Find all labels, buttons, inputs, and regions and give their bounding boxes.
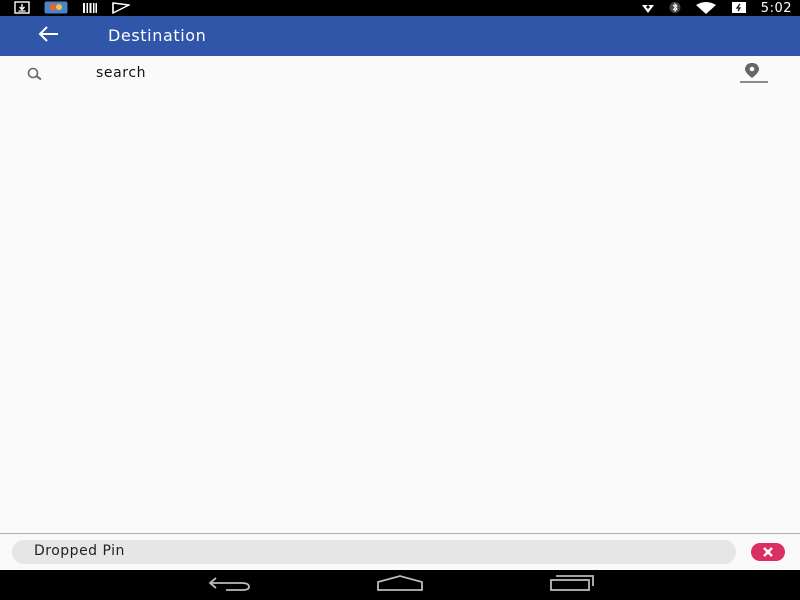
map-view[interactable]	[0, 90, 800, 533]
nav-home-button[interactable]	[375, 575, 425, 595]
nav-back-button[interactable]	[206, 575, 252, 595]
dropped-pin-label: Dropped Pin	[34, 543, 125, 559]
location-pin-icon	[738, 63, 770, 88]
dropped-pin-card[interactable]: Dropped Pin	[12, 540, 736, 564]
wifi-icon	[695, 0, 717, 18]
recents-nav-icon	[548, 574, 596, 596]
battery-icon	[731, 0, 747, 18]
search-input[interactable]	[96, 62, 696, 84]
status-system: 5:02	[641, 0, 792, 16]
close-icon	[762, 543, 774, 562]
page-title: Destination	[108, 26, 207, 45]
bluetooth-icon	[669, 0, 681, 18]
status-bar: 5:02	[0, 0, 800, 16]
clock: 5:02	[760, 0, 792, 16]
arrow-back-icon	[37, 26, 59, 46]
status-notifications	[14, 0, 132, 18]
back-nav-icon	[206, 574, 252, 596]
app-bar: Destination	[0, 16, 800, 56]
home-nav-icon	[375, 574, 425, 596]
download-icon	[14, 0, 30, 18]
nav-recents-button[interactable]	[548, 575, 596, 595]
bottom-bar: Dropped Pin	[0, 533, 800, 570]
back-button[interactable]	[36, 26, 60, 46]
search-icon	[26, 66, 48, 81]
photos-icon	[44, 0, 68, 18]
search-bar	[0, 56, 800, 90]
location-pin-button[interactable]	[738, 62, 770, 84]
barcode-icon	[82, 0, 98, 18]
flag-icon	[112, 0, 132, 18]
location-icon	[641, 0, 655, 18]
navigation-bar	[0, 570, 800, 600]
clear-button[interactable]	[751, 543, 785, 561]
